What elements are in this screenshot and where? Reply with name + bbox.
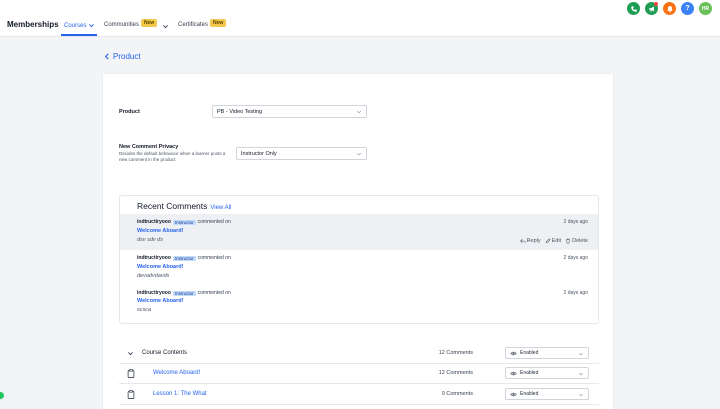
comment-verb: commented on [197, 219, 231, 225]
brand-title: Memberships [7, 20, 59, 29]
comment-item[interactable]: indtructiryooo Instructor commented on 2… [120, 252, 598, 286]
edit-button[interactable]: Edit [545, 238, 561, 244]
status-select[interactable]: Enabled [505, 347, 589, 359]
comments-count: 0 Comments [441, 391, 473, 397]
reply-button[interactable]: Reply [519, 238, 541, 244]
back-to-product-link[interactable]: Product [104, 52, 141, 61]
comment-body: devadvdavds [137, 273, 170, 279]
course-contents-title: Course Contents [142, 350, 188, 356]
status-value: Enabled [520, 391, 539, 397]
comment-author[interactable]: indtructiryooo [137, 255, 171, 261]
avatar[interactable]: HR [699, 2, 712, 15]
chevron-down-icon [578, 393, 584, 396]
comment-time: 2 days ago [563, 255, 588, 261]
trash-icon [566, 238, 570, 244]
clipboard-icon [127, 390, 135, 399]
comment-time: 2 days ago [563, 290, 588, 296]
nav-courses-label: Courses [64, 22, 87, 29]
content-title-link[interactable]: Welcome Aboard! [153, 370, 200, 376]
chevron-down-icon [578, 372, 584, 375]
product-settings-card: Product PB - Video Testing New Comment P… [102, 73, 614, 409]
active-tab-indicator [61, 34, 97, 36]
view-all-link[interactable]: View All [210, 205, 231, 211]
chevron-down-icon[interactable] [127, 350, 134, 357]
content-title-link[interactable]: Lesson 1: The What [153, 391, 207, 397]
eye-icon [510, 351, 517, 356]
help-icon[interactable]: ? [681, 2, 694, 15]
status-value: Enabled [520, 350, 539, 356]
comment-meta: indtructiryooo Instructor commented on [137, 255, 231, 261]
course-content-row[interactable]: Lesson 1: The What 0 Comments Enabled [119, 385, 599, 405]
nav-certificates-label: Certificates [178, 22, 209, 28]
clipboard-icon [127, 369, 135, 378]
comment-verb: commented on [197, 290, 231, 296]
comment-meta: indtructiryooo Instructor commented on [137, 219, 231, 225]
megaphone-icon[interactable] [645, 2, 658, 15]
instructor-tag: Instructor [172, 255, 196, 261]
recent-comments-panel: Recent Comments View All indtructiryooo … [119, 195, 599, 324]
top-navigation-bar: Memberships Courses Communities New Cert… [0, 0, 720, 37]
pencil-icon [545, 238, 551, 244]
comment-actions: Reply Edit Delete [519, 238, 588, 244]
chevron-down-icon [578, 352, 584, 355]
eye-icon [510, 392, 517, 397]
comment-body: scsca [137, 307, 152, 313]
notification-dot [654, 2, 658, 6]
comment-item[interactable]: indtructiryooo Instructor commented on 2… [120, 287, 598, 321]
comment-author[interactable]: indtructiryooo [137, 290, 171, 296]
product-select-value: PB - Video Testing [217, 108, 263, 115]
recent-comments-header: Recent Comments View All [137, 201, 231, 211]
chevron-down-icon [356, 152, 362, 156]
nav-courses[interactable]: Courses [64, 22, 95, 29]
instructor-tag: Instructor [172, 290, 196, 296]
chevron-down-icon [89, 24, 95, 28]
comment-verb: commented on [197, 255, 231, 261]
course-content-row[interactable]: Welcome Aboard! 12 Comments Enabled [119, 364, 599, 384]
comment-privacy-label: New Comment Privacy [119, 144, 179, 150]
nav-communities-label: Communities [104, 22, 140, 28]
chevron-down-icon[interactable] [162, 23, 169, 30]
new-badge-communities: New [141, 19, 158, 27]
chevron-down-icon [356, 110, 362, 114]
recent-comments-title: Recent Comments [137, 201, 208, 211]
reply-icon [519, 238, 526, 244]
comments-count: 12 Comments [438, 350, 473, 356]
comment-post-link[interactable]: Welcome Aboard! [137, 228, 183, 234]
course-contents-header-row[interactable]: Course Contents 12 Comments Enabled [119, 344, 599, 364]
comment-privacy-select[interactable]: Instructor Only [236, 147, 367, 160]
phone-icon[interactable] [627, 2, 640, 15]
comment-time: 2 days ago [563, 219, 588, 225]
delete-button[interactable]: Delete [565, 238, 588, 244]
comment-meta: indtructiryooo Instructor commented on [137, 290, 231, 296]
eye-icon [510, 371, 517, 376]
chevron-left-icon [104, 53, 109, 60]
comment-item[interactable]: indtructiryooo Instructor commented on 2… [120, 214, 598, 250]
new-badge-certificates: New [210, 19, 227, 27]
chat-launcher-dot[interactable] [0, 392, 4, 399]
comment-privacy-description: Decides the default behaviour when a lea… [119, 151, 226, 162]
comment-post-link[interactable]: Welcome Aboard! [137, 298, 183, 304]
comment-post-link[interactable]: Welcome Aboard! [137, 264, 183, 270]
nav-certificates[interactable]: Certificates [178, 22, 208, 28]
comment-body: dsv sdv ds [137, 237, 163, 243]
back-link-label: Product [113, 52, 141, 61]
instructor-tag: Instructor [172, 219, 196, 225]
nav-communities[interactable]: Communities [104, 22, 139, 28]
status-select[interactable]: Enabled [505, 367, 589, 379]
product-label: Product [119, 109, 140, 115]
bell-icon[interactable] [663, 2, 676, 15]
comments-count: 12 Comments [438, 370, 473, 376]
comment-privacy-value: Instructor Only [241, 150, 277, 157]
comment-author[interactable]: indtructiryooo [137, 219, 171, 225]
product-select[interactable]: PB - Video Testing [212, 105, 367, 118]
status-select[interactable]: Enabled [505, 388, 589, 400]
status-value: Enabled [520, 370, 539, 376]
